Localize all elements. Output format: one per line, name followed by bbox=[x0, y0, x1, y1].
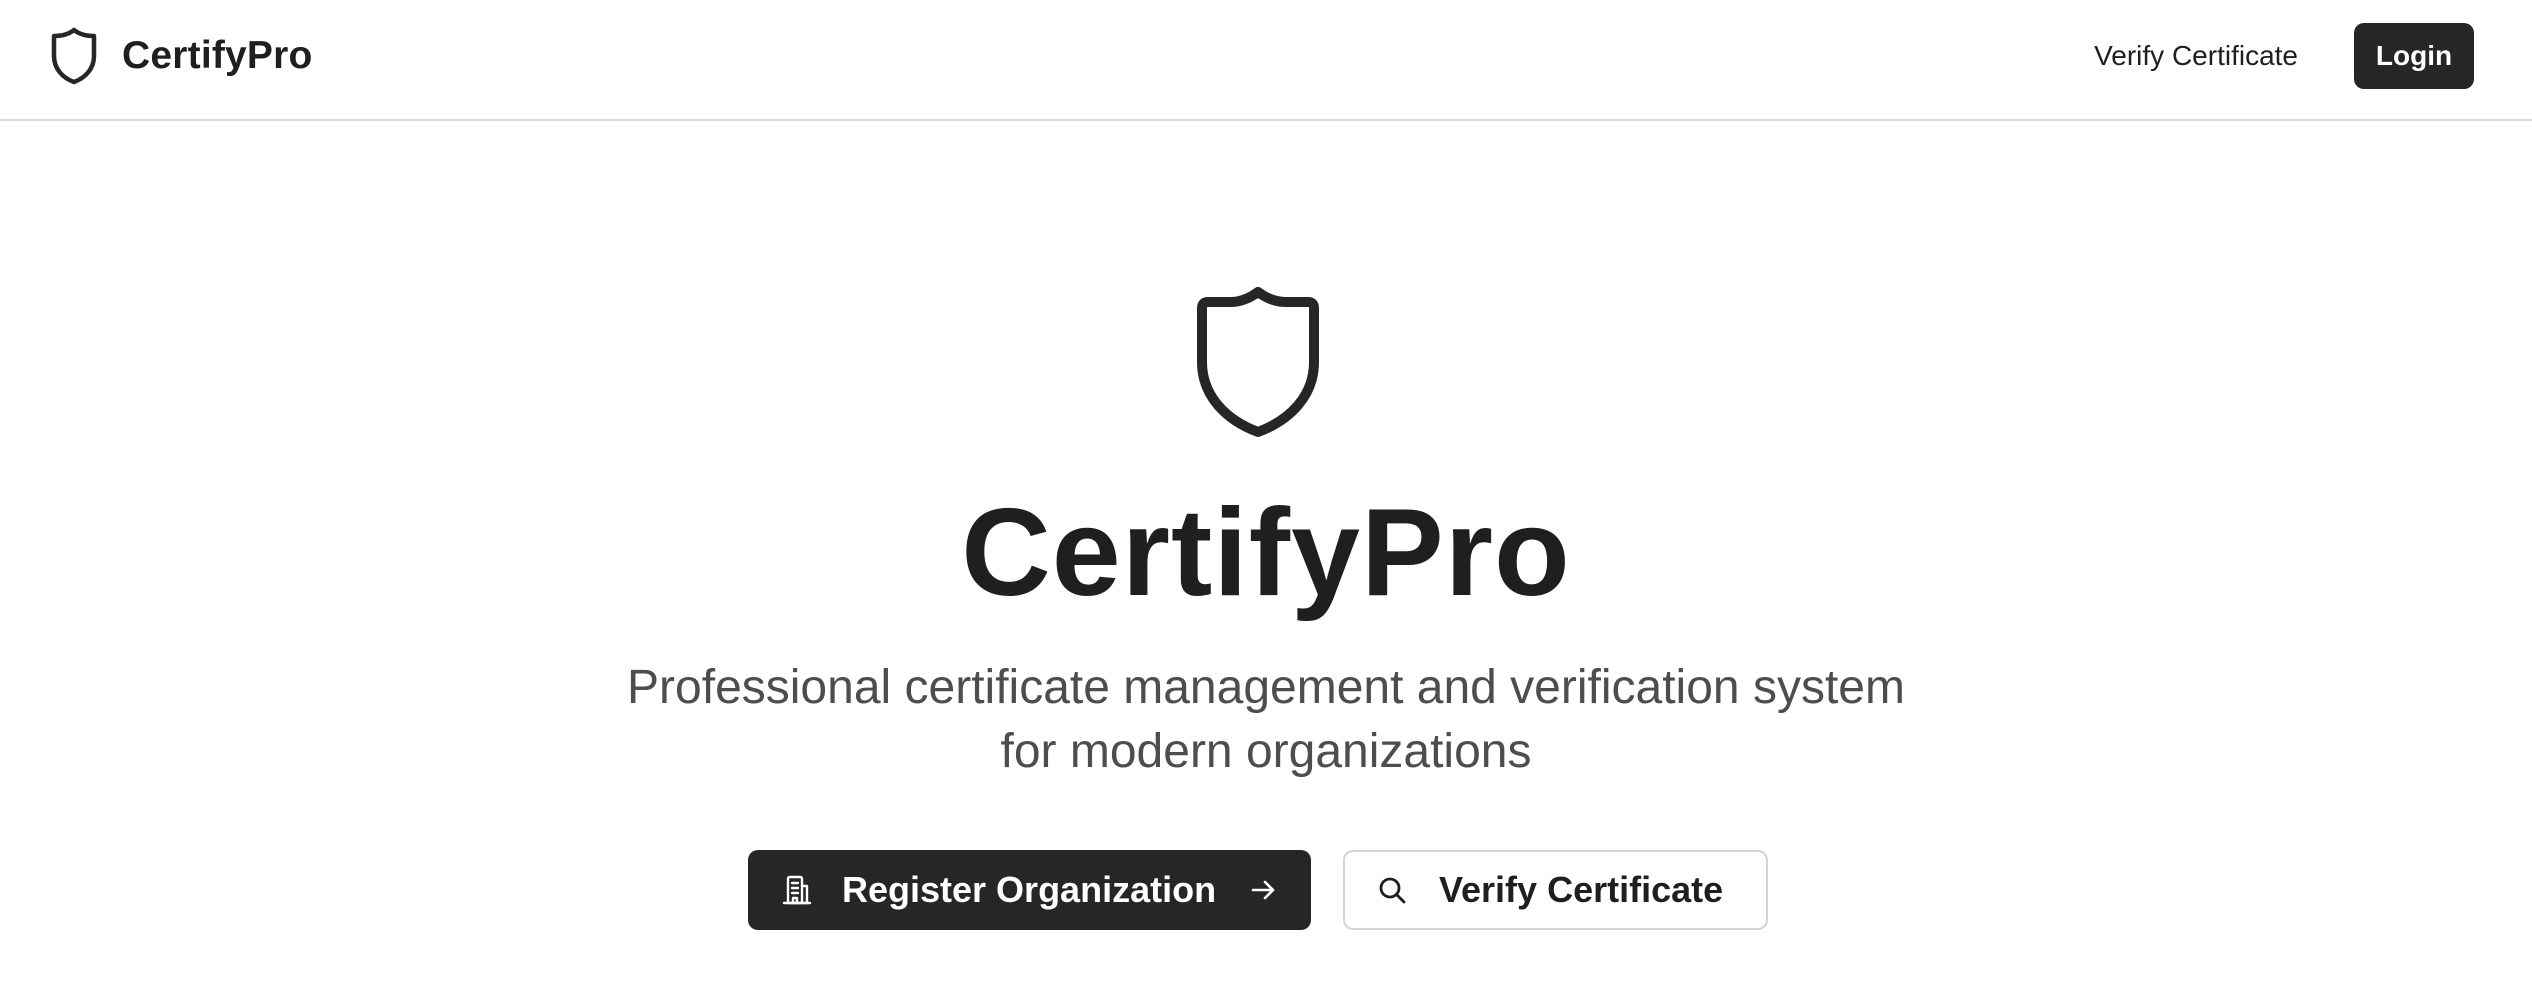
building-icon bbox=[782, 874, 812, 906]
cta-buttons: Register Organization Verify Certificate bbox=[748, 850, 1768, 930]
search-icon bbox=[1377, 875, 1407, 905]
register-organization-button[interactable]: Register Organization bbox=[748, 850, 1311, 930]
shield-icon bbox=[46, 24, 102, 88]
brand[interactable]: CertifyPro bbox=[46, 24, 313, 88]
verify-certificate-button[interactable]: Verify Certificate bbox=[1343, 850, 1768, 930]
shield-icon bbox=[1188, 284, 1328, 440]
hero-subtitle: Professional certificate management and … bbox=[627, 661, 1905, 778]
hero-title: CertifyPro bbox=[961, 484, 1571, 622]
nav-verify-certificate-link[interactable]: Verify Certificate bbox=[2094, 32, 2298, 80]
login-button[interactable]: Login bbox=[2354, 23, 2474, 89]
verify-certificate-label: Verify Certificate bbox=[1439, 869, 1724, 910]
register-organization-label: Register Organization bbox=[842, 869, 1217, 910]
arrow-right-icon bbox=[1249, 878, 1277, 902]
brand-name: CertifyPro bbox=[122, 34, 313, 77]
top-navbar: CertifyPro Verify Certificate Login bbox=[0, 0, 2532, 121]
